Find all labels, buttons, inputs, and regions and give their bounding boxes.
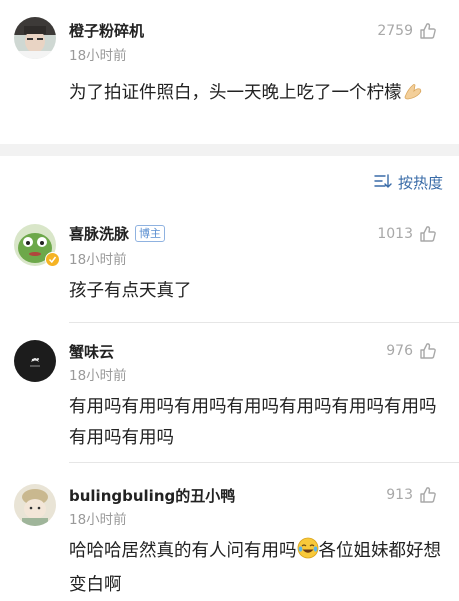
thumbs-up-icon bbox=[419, 22, 437, 40]
comment-item: bulingbuling的丑小鸭 18小时前 913 哈哈哈居然真的有人问有用吗… bbox=[0, 462, 459, 601]
verified-badge-icon bbox=[45, 252, 60, 271]
thumbs-up-icon bbox=[419, 342, 437, 360]
comment-text-content: 为了拍证件照白，头一天晚上吃了一个柠檬 bbox=[69, 83, 402, 103]
username[interactable]: 橙子粉碎机 bbox=[69, 20, 144, 41]
timestamp: 18小时前 bbox=[69, 368, 127, 384]
avatar[interactable] bbox=[14, 17, 56, 59]
like-button[interactable]: 976 bbox=[386, 342, 437, 360]
section-separator bbox=[0, 144, 459, 156]
comment-text: 有用吗有用吗有用吗有用吗有用吗有用吗有用吗有用吗有用吗 bbox=[69, 397, 437, 448]
comment-text: 为了拍证件照白，头一天晚上吃了一个柠檬 bbox=[69, 78, 441, 112]
sort-label: 按热度 bbox=[397, 174, 443, 192]
comment-text: 孩子有点天真了 bbox=[69, 281, 192, 301]
like-button[interactable]: 1013 bbox=[377, 225, 437, 243]
like-count: 976 bbox=[386, 343, 413, 359]
pray-hands-emoji-icon bbox=[402, 81, 424, 112]
comment-item: 喜脉洗脉 博主 18小时前 1013 孩子有点天真了 bbox=[0, 210, 459, 322]
timestamp: 18小时前 bbox=[69, 48, 127, 64]
author-badge: 博主 bbox=[135, 225, 166, 242]
comment-text-part: 哈哈哈居然真的有人问有用吗 bbox=[69, 541, 297, 561]
thumbs-up-icon bbox=[419, 486, 437, 504]
avatar-image bbox=[14, 484, 56, 526]
timestamp: 18小时前 bbox=[69, 252, 127, 268]
comment-item: 蟹味云 18小时前 976 有用吗有用吗有用吗有用吗有用吗有用吗有用吗有用吗有用… bbox=[0, 322, 459, 462]
top-comment: 橙子粉碎机 18小时前 2759 为了拍证件照白，头一天晚上吃了一个柠檬 bbox=[0, 0, 459, 144]
username[interactable]: 蟹味云 bbox=[69, 341, 114, 362]
sort-icon bbox=[374, 173, 392, 193]
avatar-image bbox=[14, 17, 56, 59]
tears-of-joy-emoji-icon bbox=[297, 537, 319, 570]
sort-by-hot-button[interactable]: 按热度 bbox=[374, 172, 443, 193]
like-count: 2759 bbox=[377, 23, 413, 39]
avatar[interactable] bbox=[14, 484, 56, 526]
like-button[interactable]: 2759 bbox=[377, 22, 437, 40]
like-count: 1013 bbox=[377, 226, 413, 242]
comment-text: 哈哈哈居然真的有人问有用吗 各位姐妹都好想变白啊 bbox=[69, 536, 441, 601]
avatar[interactable] bbox=[14, 340, 56, 382]
timestamp: 18小时前 bbox=[69, 512, 127, 528]
username[interactable]: bulingbuling的丑小鸭 bbox=[69, 485, 235, 506]
username[interactable]: 喜脉洗脉 博主 bbox=[69, 223, 166, 244]
like-count: 913 bbox=[386, 487, 413, 503]
like-button[interactable]: 913 bbox=[386, 486, 437, 504]
thumbs-up-icon bbox=[419, 225, 437, 243]
username-text: 喜脉洗脉 bbox=[69, 225, 130, 243]
avatar-image bbox=[14, 340, 56, 382]
